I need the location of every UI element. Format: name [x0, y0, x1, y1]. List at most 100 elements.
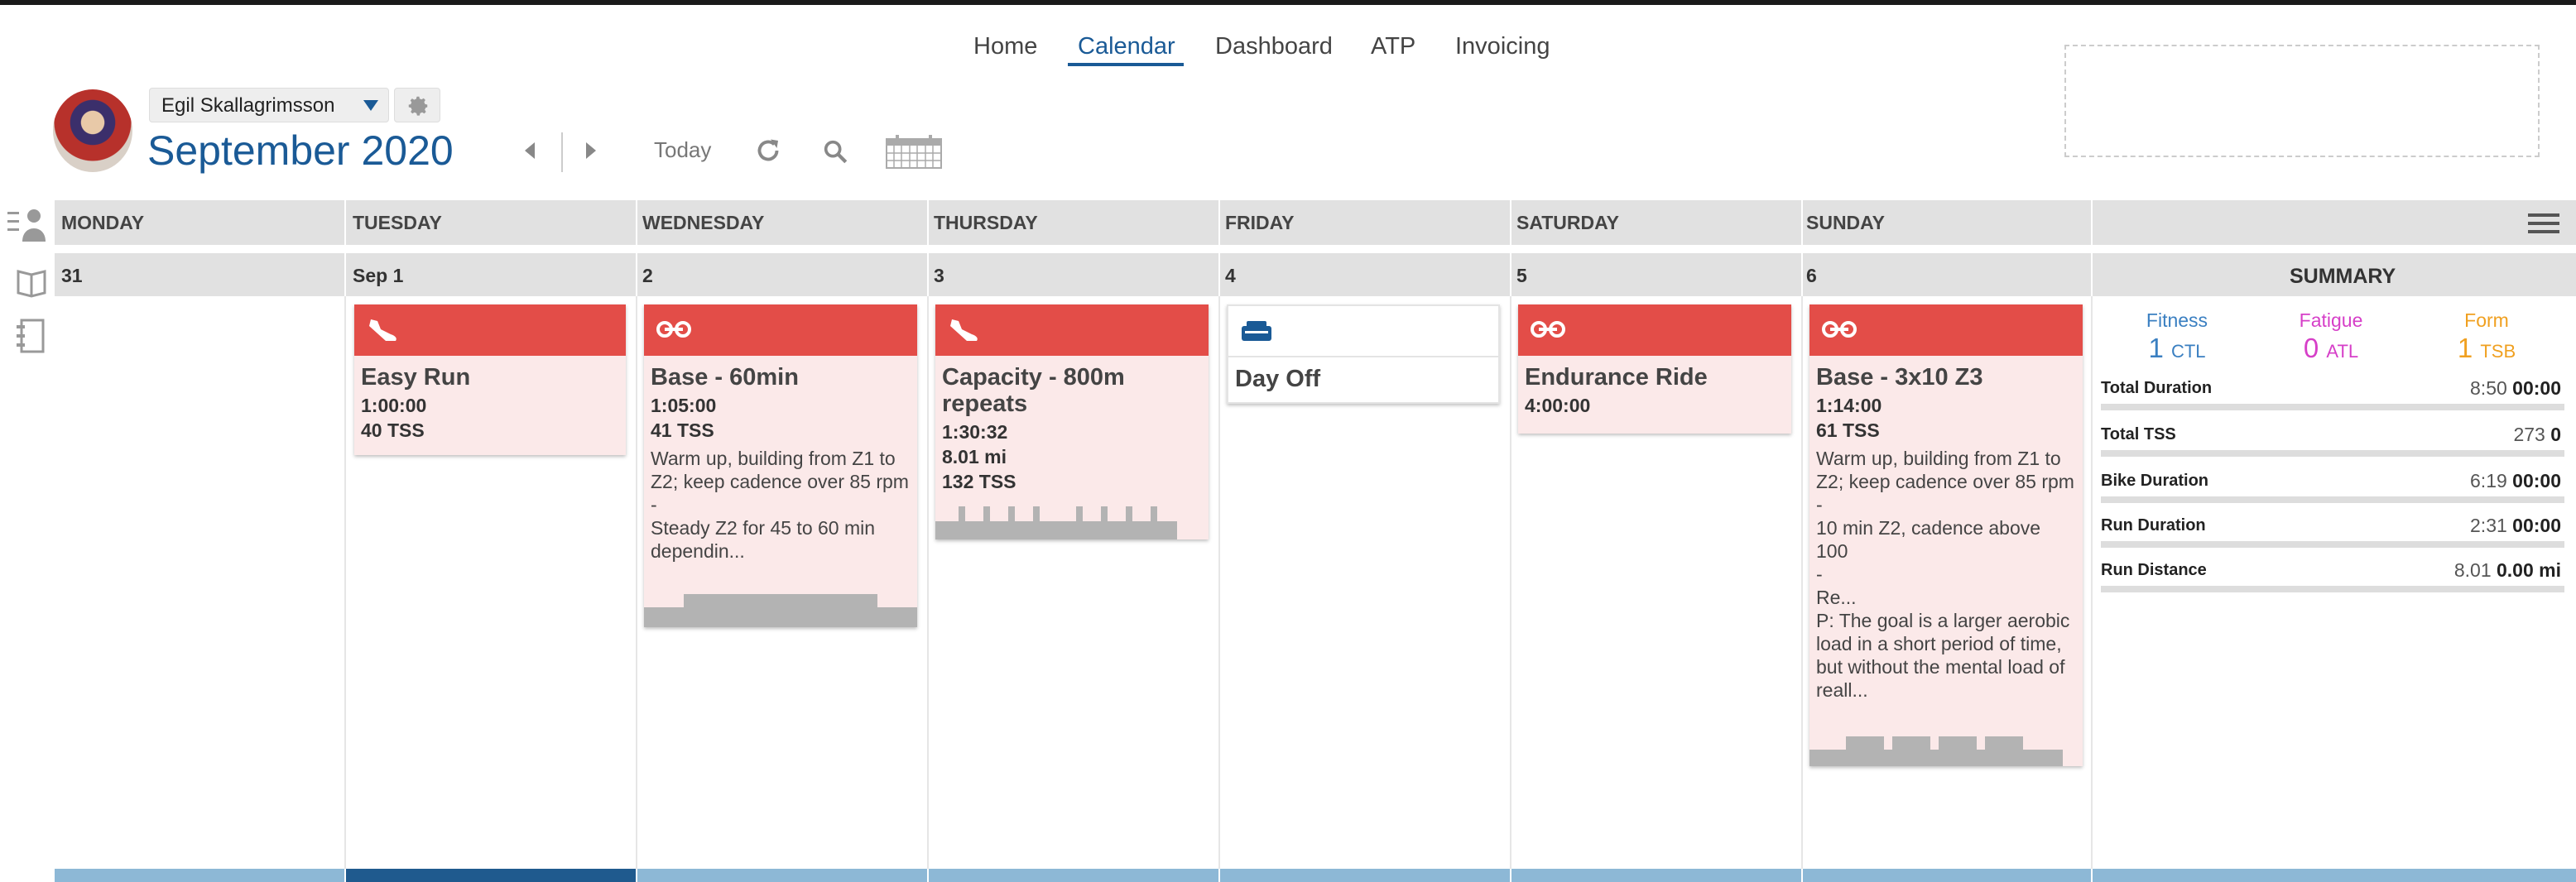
calendar-icon[interactable]	[886, 134, 942, 169]
workout-card-header	[935, 304, 1209, 356]
weekday-header: MONDAY TUESDAY WEDNESDAY THURSDAY FRIDAY…	[55, 200, 2576, 245]
placeholder-box	[2064, 45, 2540, 157]
workout-title: Endurance Ride	[1525, 364, 1708, 391]
summary-row-value: 273 0	[2513, 424, 2561, 446]
divider	[1510, 296, 1511, 869]
workout-card-base-3x10[interactable]: Base - 3x10 Z3 1:14:00 61 TSS Warm up, b…	[1809, 304, 2083, 766]
workout-description: Warm up, building from Z1 to Z2; keep ca…	[1816, 448, 2074, 492]
divider	[2091, 296, 2093, 869]
divider	[1510, 200, 1511, 245]
workout-card-header	[1518, 304, 1791, 356]
nav-calendar[interactable]: Calendar	[1078, 30, 1175, 63]
completed-value: 0.00 mi	[2497, 559, 2561, 581]
workout-card-capacity[interactable]: Capacity - 800m repeats 1:30:32 8.01 mi …	[935, 304, 1209, 539]
notes-icon[interactable]	[7, 318, 56, 354]
day-label: TUESDAY	[353, 212, 442, 233]
summary-row-label: Total TSS	[2101, 425, 2176, 443]
date-label: 6	[1806, 265, 1817, 286]
date-row: 31 Sep 1 2 3 4 5 6 SUMMARY	[55, 253, 2576, 296]
workout-duration: 4:00:00	[1525, 395, 1591, 416]
search-icon[interactable]	[821, 137, 849, 165]
nav-dashboard[interactable]: Dashboard	[1215, 30, 1333, 63]
workout-description: Re...	[1816, 587, 1857, 608]
library-icon[interactable]	[7, 265, 56, 298]
chevron-down-icon	[363, 100, 378, 111]
planned-value: 8:50	[2470, 377, 2507, 399]
divider	[1218, 296, 1220, 869]
next-arrow-icon[interactable]	[581, 131, 601, 170]
refresh-icon[interactable]	[753, 136, 783, 165]
sofa-icon	[1242, 321, 1271, 341]
date-label: 4	[1225, 265, 1236, 286]
bike-icon	[656, 321, 691, 338]
athlete-select[interactable]: Egil Skallagrimsson	[149, 88, 389, 122]
fitness-unit: CTL	[2170, 341, 2206, 362]
progress-bar	[2101, 404, 2564, 410]
gear-icon	[408, 96, 428, 116]
workout-title: Day Off	[1235, 366, 1321, 392]
divider	[1510, 253, 1511, 296]
run-shoe-icon	[369, 319, 396, 341]
workout-card-base-60min[interactable]: Base - 60min 1:05:00 41 TSS Warm up, bui…	[644, 304, 917, 627]
hamburger-menu-icon[interactable]	[2528, 212, 2559, 235]
planned-value: 8.01	[2453, 559, 2492, 581]
workout-distance: 8.01 mi	[942, 446, 1007, 467]
nav-active-underline	[1068, 63, 1184, 66]
settings-button[interactable]	[394, 88, 440, 122]
form-value: 1 TSB	[2429, 333, 2545, 364]
week-bar	[1803, 869, 2091, 882]
today-button[interactable]: Today	[654, 137, 711, 163]
workout-title: Capacity - 800m repeats	[942, 364, 1125, 417]
fatigue-label: Fatigue	[2299, 309, 2363, 331]
bike-icon	[1822, 321, 1857, 338]
workout-tss: 132 TSS	[942, 471, 1016, 492]
fatigue-number: 0	[2303, 333, 2319, 363]
day-label: SUNDAY	[1806, 212, 1886, 233]
divider	[1218, 200, 1220, 245]
form-label: Form	[2464, 309, 2509, 331]
date-label: 31	[61, 265, 83, 286]
summary-row-label: Run Distance	[2101, 561, 2207, 579]
avatar[interactable]	[53, 89, 132, 172]
progress-bar	[2101, 496, 2564, 503]
workout-card-endurance-ride[interactable]: Endurance Ride 4:00:00	[1518, 304, 1791, 434]
completed-value: 00:00	[2512, 377, 2561, 399]
planned-value: 273	[2513, 424, 2545, 445]
workout-profile-graph	[935, 506, 1177, 539]
divider	[344, 200, 346, 245]
athlete-name: Egil Skallagrimsson	[161, 94, 335, 117]
workout-tss: 61 TSS	[1816, 419, 1880, 441]
week-bar	[1220, 869, 1510, 882]
fitness-value: 1 CTL	[2119, 333, 2235, 364]
completed-value: 0	[2550, 424, 2561, 445]
divider	[2091, 253, 2093, 296]
nav-home[interactable]: Home	[973, 30, 1037, 63]
workout-description: Steady Z2 for 45 to 60 min dependin...	[651, 517, 876, 562]
workout-title: Base - 3x10 Z3	[1816, 364, 1983, 391]
page-title: September 2020	[147, 124, 454, 177]
divider	[636, 253, 637, 296]
workout-card-easy-run[interactable]: Easy Run 1:00:00 40 TSS	[354, 304, 626, 455]
day-label: SATURDAY	[1516, 212, 1619, 233]
nav-atp[interactable]: ATP	[1371, 30, 1415, 63]
date-label: 2	[642, 265, 653, 286]
workout-card-day-off[interactable]: Day Off	[1227, 304, 1500, 404]
workout-card-header	[1228, 306, 1498, 357]
workout-duration: 1:30:32	[942, 421, 1008, 443]
planned-value: 6:19	[2470, 470, 2507, 491]
workout-description: -	[651, 494, 657, 515]
day-label: MONDAY	[61, 212, 145, 233]
divider	[344, 296, 346, 869]
week-bar	[637, 869, 927, 882]
summary-row-label: Run Duration	[2101, 516, 2206, 534]
progress-bar	[2101, 450, 2564, 457]
day-label: FRIDAY	[1225, 212, 1295, 233]
summary-row-value: 8.01 0.00 mi	[2454, 559, 2561, 582]
workout-duration: 1:14:00	[1816, 395, 1882, 416]
divider	[927, 296, 929, 869]
divider	[344, 253, 346, 296]
prev-arrow-icon[interactable]	[520, 131, 540, 170]
workout-title: Base - 60min	[651, 364, 799, 391]
athlete-list-icon[interactable]	[3, 205, 53, 243]
nav-invoicing[interactable]: Invoicing	[1455, 30, 1550, 63]
